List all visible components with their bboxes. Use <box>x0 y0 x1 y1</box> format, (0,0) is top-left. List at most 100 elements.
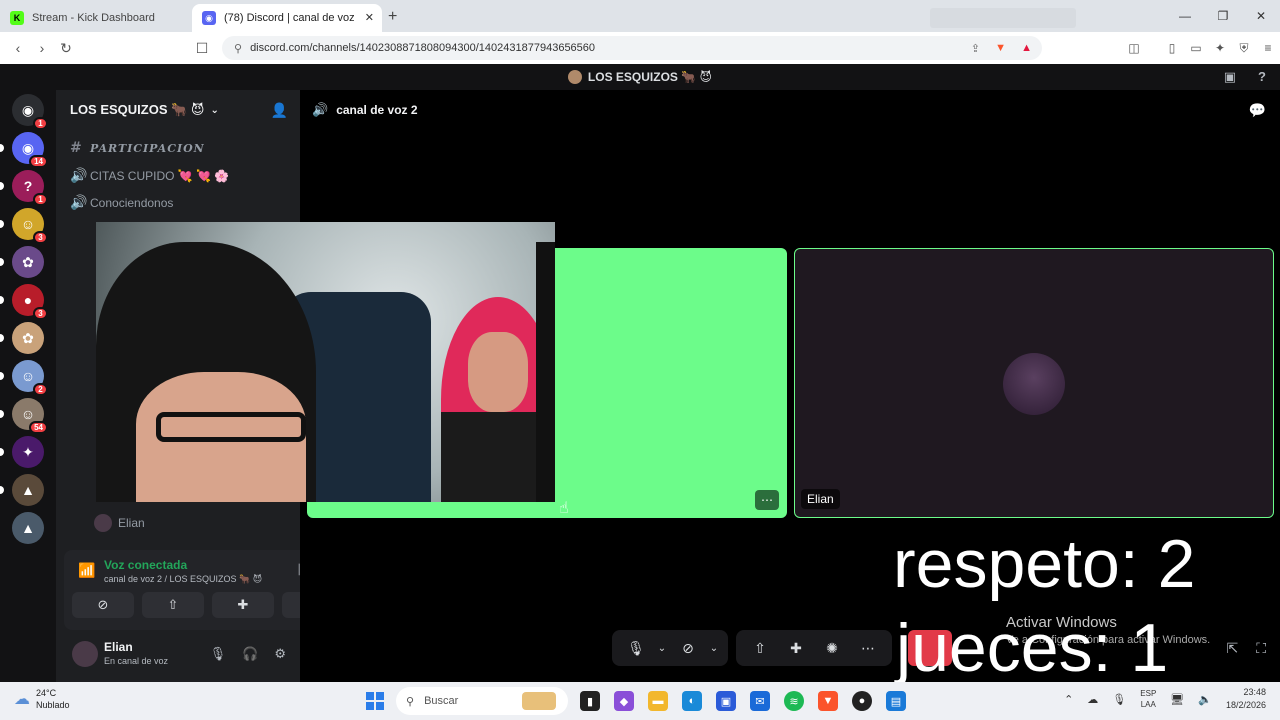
onedrive-icon[interactable]: ☁ <box>1087 693 1098 706</box>
person-right-face <box>468 332 528 412</box>
reload-icon[interactable]: ↻ <box>54 40 78 57</box>
notepad-icon[interactable]: ▤ <box>886 691 906 711</box>
obs-icon[interactable]: ● <box>852 691 872 711</box>
system-tray: ⌃ ☁ 🎙 ESP LAA 🖥 🔈 23:48 18/2/2026 <box>1064 686 1266 712</box>
start-icon[interactable] <box>366 692 384 710</box>
soundboard-icon[interactable]: ✺ <box>814 640 850 657</box>
popout-icon[interactable]: ⇱ <box>1226 640 1238 657</box>
text-channel-icon: # <box>70 140 83 156</box>
tab-discord[interactable]: ◉ (78) Discord | canal de voz 2 | ✕ <box>192 4 382 32</box>
screen-share-button[interactable]: ⇧ <box>142 592 204 618</box>
spotify-icon[interactable]: ≋ <box>784 691 804 711</box>
unread-pill <box>0 220 4 228</box>
brave-icon[interactable]: ▼ <box>818 691 838 711</box>
bookmark-icon[interactable]: ☐ <box>190 40 214 57</box>
close-window-icon[interactable]: ✕ <box>1242 0 1280 32</box>
new-tab-icon[interactable]: + <box>388 8 397 26</box>
brave-shield-icon[interactable]: ▼ <box>995 42 1006 54</box>
server-question-server[interactable]: ? 1 <box>12 170 48 206</box>
activities-button[interactable]: ✚ <box>212 592 274 618</box>
edge-icon[interactable]: ◐ <box>682 691 702 711</box>
server-anime-server[interactable]: ✿ <box>12 246 44 278</box>
camera-off-icon[interactable]: ⊘ <box>670 640 706 657</box>
weather-widget[interactable]: ☁ 24°C Nublado <box>14 687 70 711</box>
language-indicator[interactable]: ESP LAA <box>1140 688 1156 710</box>
guild-header[interactable]: LOS ESQUIZOS 🐂 😈 ⌄ 👤 <box>56 90 300 130</box>
server-character-server[interactable]: ☺ 2 <box>12 360 48 396</box>
channel-citas-cupido[interactable]: 🔊 CITAS CUPIDO 💘 💘 🌸 <box>70 167 229 184</box>
leo-icon[interactable]: ◫ <box>1122 41 1146 55</box>
server-direct-messages[interactable]: ◉ 1 <box>12 94 48 130</box>
camera-off-button[interactable]: ⊘ <box>72 592 134 618</box>
participant-tile-elian[interactable]: Elian <box>794 248 1274 518</box>
headphones-icon[interactable]: 🎧 <box>242 646 258 662</box>
tab-kick-dashboard[interactable]: K Stream - Kick Dashboard <box>0 4 192 32</box>
more-icon[interactable]: ⋯ <box>850 640 886 657</box>
weather-condition: Nublado <box>36 700 70 710</box>
chevron-down-icon[interactable]: ⌄ <box>654 643 670 654</box>
server-venom-server[interactable]: ✦ <box>12 436 44 468</box>
terminal-icon[interactable]: ▮ <box>580 691 600 711</box>
server-rail: ◉ 1 ◉ 14? 1 ☺ 3 ✿ ● 3 ✿ ☺ 2 ☺ 54 ✦ ▲ ▲ <box>0 90 56 682</box>
mail-icon[interactable]: ✉ <box>750 691 770 711</box>
channel-conociendonos[interactable]: 🔊 Conociendonos <box>70 194 173 211</box>
maximize-icon[interactable]: ❐ <box>1204 0 1242 32</box>
share-icon[interactable]: ⇪ <box>971 42 980 55</box>
url-field[interactable]: ⚲ discord.com/channels/14023088718080943… <box>222 36 1042 60</box>
brave-rewards-icon[interactable]: ▲ <box>1021 42 1032 54</box>
channel-participacion[interactable]: # PARTICIPACION <box>70 140 205 156</box>
score-respeto: respeto: 2 <box>893 526 1196 602</box>
taskbar-search[interactable]: ⚲ Buscar <box>396 687 568 715</box>
voice-member-elian[interactable]: Elian <box>94 514 145 532</box>
chat-icon[interactable]: 💬 <box>1249 102 1266 119</box>
store-icon[interactable]: ▣ <box>716 691 736 711</box>
call-controls: 🎙 ⌄ ⊘ ⌄ ⇧ ✚ ✺ ⋯ <box>612 630 892 666</box>
avatar[interactable] <box>72 641 98 667</box>
clock[interactable]: 23:48 18/2/2026 <box>1226 686 1266 712</box>
back-icon[interactable]: ‹ <box>6 40 30 56</box>
avatar <box>1003 353 1065 415</box>
server-game-server[interactable]: ▲ <box>12 474 44 506</box>
invite-icon[interactable]: 👤 <box>271 102 288 119</box>
file-explorer-icon[interactable]: ▬ <box>648 691 668 711</box>
microphone-icon[interactable]: 🎙 <box>210 646 227 662</box>
server-blonde-server[interactable]: ✿ <box>12 322 44 354</box>
volume-icon[interactable]: 🔈 <box>1198 693 1212 706</box>
gear-icon[interactable]: ⚙ <box>274 646 286 662</box>
close-tab-icon[interactable]: ✕ <box>365 11 374 24</box>
copilot-icon[interactable]: ◆ <box>614 691 634 711</box>
microphone-icon[interactable]: 🎙 <box>618 640 654 657</box>
server-lego-server[interactable]: ☺ 3 <box>12 208 48 244</box>
signal-icon[interactable]: 📶 <box>78 562 95 579</box>
more-options-button[interactable]: ⋯ <box>755 490 779 510</box>
server-game-server-2[interactable]: ▲ <box>12 512 44 544</box>
forward-icon[interactable]: › <box>30 40 54 56</box>
cloud-icon: ☁ <box>14 691 30 708</box>
minimize-icon[interactable]: — <box>1166 0 1204 32</box>
menu-icon[interactable]: ≡ <box>1256 41 1280 55</box>
inbox-icon[interactable]: ▣ <box>1224 69 1236 85</box>
help-icon[interactable]: ? <box>1258 69 1266 85</box>
screen-share-icon[interactable]: ⇧ <box>742 640 778 657</box>
language-code: ESP <box>1140 689 1157 698</box>
microphone-icon[interactable]: 🎙 <box>1112 693 1126 706</box>
ai-icon[interactable]: ✦ <box>1208 41 1232 55</box>
sidebar-icon[interactable]: ▯ <box>1160 41 1184 55</box>
voice-channel-path[interactable]: canal de voz 2 / LOS ESQUIZOS 🐂 😈 <box>104 574 262 585</box>
unread-pill <box>0 258 4 266</box>
server-discord-server[interactable]: ◉ 14 <box>12 132 48 168</box>
network-icon[interactable]: 🖥 <box>1170 693 1184 706</box>
notification-badge: 14 <box>29 155 48 168</box>
chevron-down-icon[interactable]: ⌄ <box>706 643 722 654</box>
vpn-icon[interactable]: ⛨ <box>1232 41 1256 56</box>
notification-badge: 1 <box>33 117 48 130</box>
server-red-server[interactable]: ● 3 <box>12 284 48 320</box>
wallet-icon[interactable]: ▭ <box>1184 41 1208 55</box>
activities-icon[interactable]: ✚ <box>778 640 814 657</box>
chevron-up-icon[interactable]: ⌃ <box>1064 693 1073 706</box>
address-bar: ‹ › ↻ ☐ ⚲ discord.com/channels/140230887… <box>0 32 1280 64</box>
server-face-server[interactable]: ☺ 54 <box>12 398 48 434</box>
voice-channel-icon: 🔊 <box>70 167 88 183</box>
fullscreen-icon[interactable]: ⛶ <box>1256 640 1266 657</box>
site-info-icon[interactable]: ⚲ <box>234 42 242 55</box>
